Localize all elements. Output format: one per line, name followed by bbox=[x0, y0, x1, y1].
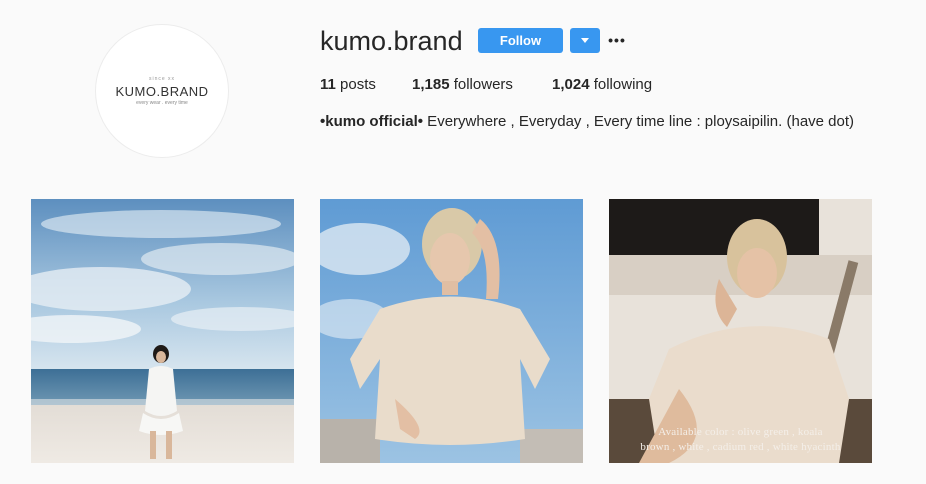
avatar-small-text: since xx bbox=[148, 76, 176, 82]
profile-username: kumo.brand bbox=[320, 26, 463, 56]
profile-avatar[interactable]: since xx KUMO.BRAND every wear . every t… bbox=[95, 24, 229, 158]
bio-name: •kumo official• bbox=[320, 113, 424, 130]
following-link[interactable]: 1,024 following bbox=[552, 76, 652, 94]
posts-count: 11 bbox=[320, 76, 336, 93]
more-icon: ••• bbox=[608, 32, 626, 48]
avatar-tagline: every wear . every time bbox=[136, 100, 188, 106]
following-count: 1,024 bbox=[552, 76, 590, 93]
beach-photo bbox=[31, 199, 294, 463]
follow-button[interactable]: Follow bbox=[478, 28, 563, 53]
model-sky-photo bbox=[320, 199, 583, 463]
post-thumbnail-2[interactable] bbox=[320, 199, 583, 463]
caption-line-2: brown , white , cadium red , white hyaci… bbox=[640, 441, 841, 453]
following-label: following bbox=[593, 76, 653, 93]
post-thumbnail-1[interactable] bbox=[31, 199, 294, 463]
post-thumbnail-3[interactable]: Available color : olive green , koala br… bbox=[609, 199, 872, 463]
bio-text: Everywhere , Everyday , Every time line … bbox=[423, 113, 855, 130]
profile-bio: •kumo official• Everywhere , Everyday , … bbox=[320, 113, 854, 131]
chevron-down-icon bbox=[581, 38, 589, 43]
followers-link[interactable]: 1,185 followers bbox=[412, 76, 513, 94]
model-indoor-photo bbox=[609, 199, 872, 463]
post-caption: Available color : olive green , koala br… bbox=[609, 425, 872, 455]
followers-count: 1,185 bbox=[412, 76, 450, 93]
caption-line-1: Available color : olive green , koala bbox=[658, 426, 823, 438]
posts-label: posts bbox=[340, 76, 376, 93]
more-options-button[interactable]: ••• bbox=[608, 30, 626, 50]
posts-count-stat: 11 posts bbox=[320, 76, 376, 94]
avatar-brand-text: KUMO.BRAND bbox=[115, 84, 209, 99]
suggested-dropdown-button[interactable] bbox=[570, 28, 600, 53]
followers-label: followers bbox=[453, 76, 513, 93]
